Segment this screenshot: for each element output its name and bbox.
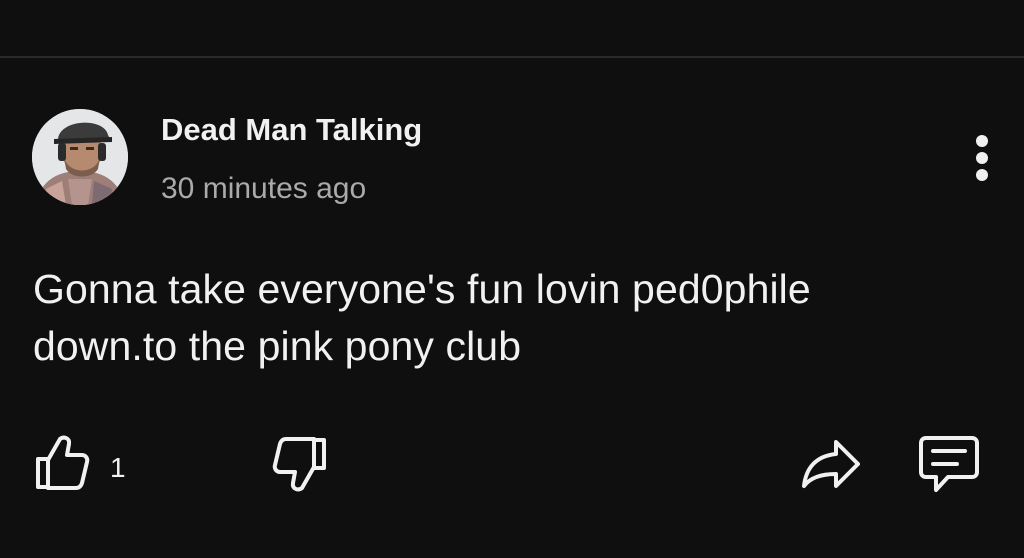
community-post-screen: Dead Man Talking 30 minutes ago Gonna ta… [0, 0, 1024, 558]
post-body: Gonna take everyone's fun lovin ped0phil… [33, 261, 993, 375]
like-count: 1 [110, 452, 126, 483]
dislike-button[interactable] [270, 432, 328, 498]
comment-bubble-icon [919, 436, 979, 492]
thumbs-up-icon [36, 435, 90, 490]
reply-button[interactable] [916, 432, 982, 498]
author-name[interactable]: Dead Man Talking [161, 112, 422, 148]
avatar[interactable] [32, 109, 128, 205]
thumbs-down-icon [272, 437, 326, 492]
post-body-line: down.to the pink pony club [33, 323, 522, 369]
vertical-ellipsis-icon [976, 135, 988, 181]
share-button[interactable] [800, 436, 862, 492]
more-options-button[interactable] [960, 130, 1004, 186]
like-button[interactable]: 1 [34, 430, 126, 496]
post-body-line: Gonna take everyone's fun lovin ped0phil… [33, 266, 811, 312]
post-timestamp: 30 minutes ago [161, 172, 367, 205]
avatar-image [32, 109, 128, 205]
share-arrow-icon [802, 440, 860, 488]
community-post: Dead Man Talking 30 minutes ago Gonna ta… [0, 58, 1024, 558]
